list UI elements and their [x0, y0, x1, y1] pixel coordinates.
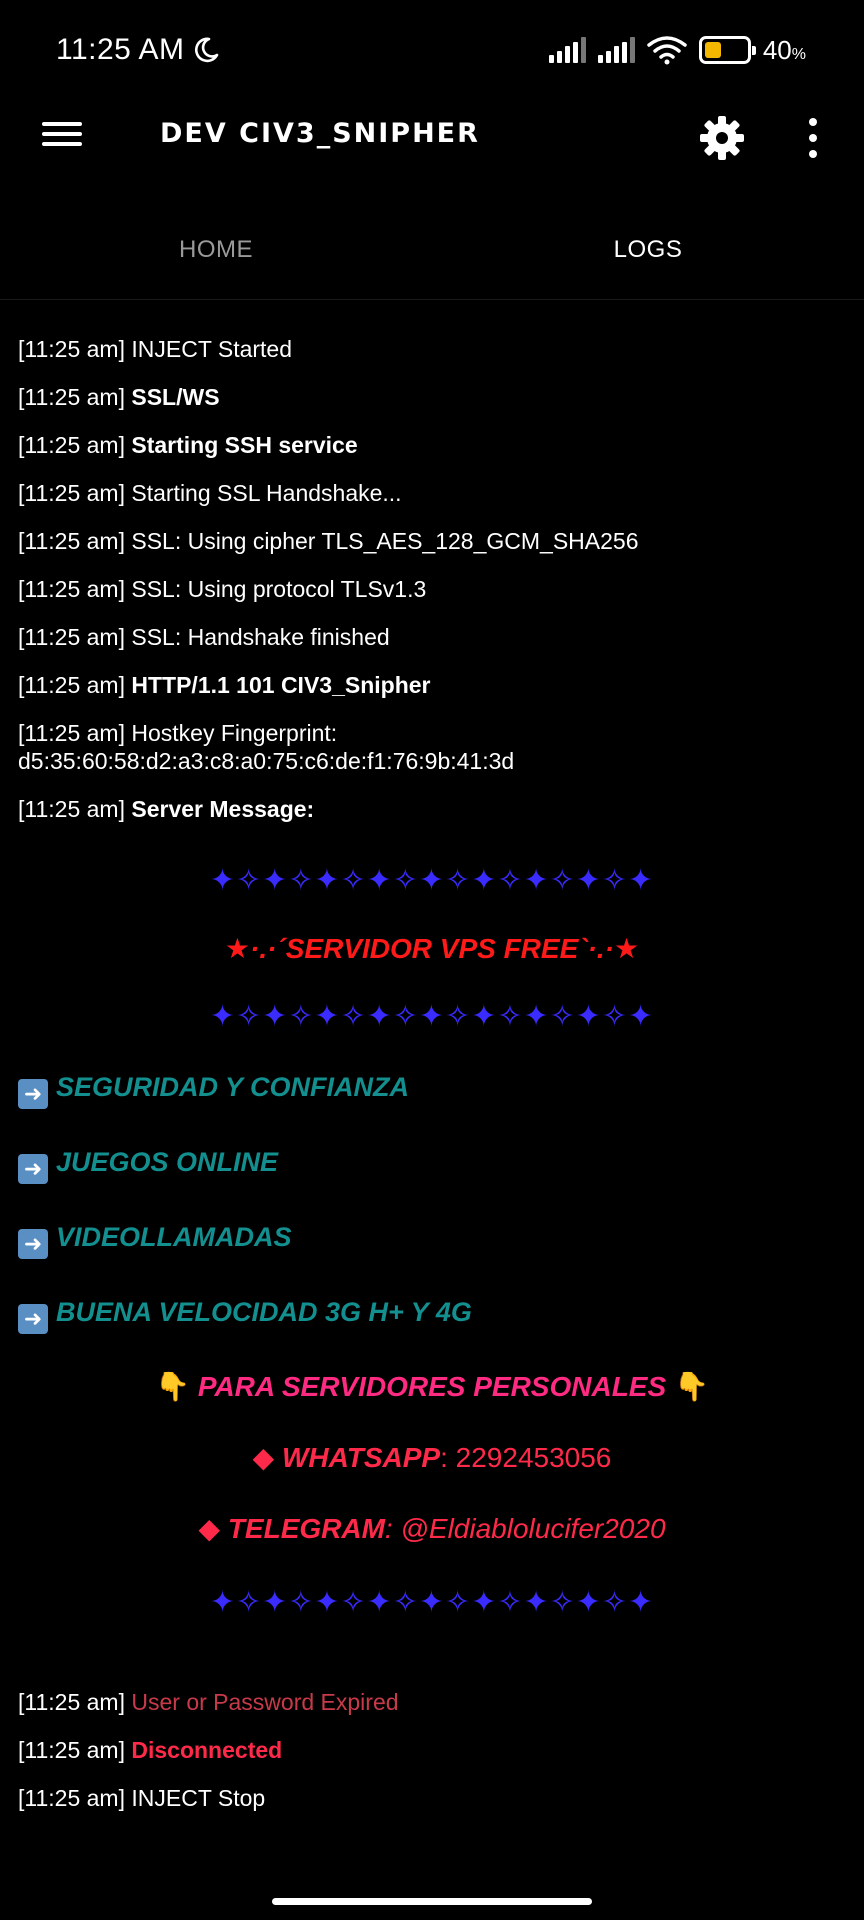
signal-icon-2	[597, 37, 635, 63]
status-right: 40%	[548, 34, 806, 66]
battery-level	[704, 42, 721, 58]
log-line: [11:25 am] INJECT Stop	[18, 1785, 266, 1811]
arrow-right-icon: ➜	[18, 1229, 48, 1259]
battery-percent: 40%	[762, 34, 806, 65]
server-banner: ★·.·´SERVIDOR VPS FREE`·.·★	[224, 933, 640, 964]
home-indicator[interactable]	[272, 1898, 592, 1905]
log-line: [11:25 am] SSL: Handshake finished	[18, 624, 390, 650]
tab-logs[interactable]: LOGS	[432, 200, 864, 299]
wifi-icon	[647, 36, 687, 65]
more-options-icon[interactable]	[806, 114, 820, 162]
feature-item: ➜ VIDEOLLAMADAS	[18, 1222, 846, 1259]
telegram-line: ◆ TELEGRAM: @Eldiablolucifer2020	[198, 1513, 666, 1544]
diamond-icon: ◆	[198, 1513, 221, 1544]
stars-divider: ✦✧✦✧✦✧✦✧✦✧✦✧✦✧✦✧✦	[209, 1586, 655, 1619]
log-line: [11:25 am] SSL: Using protocol TLSv1.3	[18, 576, 427, 602]
feature-item: ➜ JUEGOS ONLINE	[18, 1147, 846, 1184]
personal-servers-line: 👇 PARA SERVIDORES PERSONALES 👇	[155, 1371, 709, 1402]
log-line: [11:25 am] SSL/WS	[18, 384, 220, 410]
battery-icon	[698, 36, 756, 64]
status-left: 11:25 AM	[56, 33, 221, 67]
pointing-down-icon: 👇	[673, 1371, 709, 1402]
log-line: [11:25 am] Starting SSL Handshake...	[18, 480, 402, 506]
whatsapp-line: ◆ WHATSAPP: 2292453056	[252, 1442, 612, 1473]
feature-item: ➜ BUENA VELOCIDAD 3G H+ Y 4G	[18, 1297, 846, 1334]
arrow-right-icon: ➜	[18, 1154, 48, 1184]
status-time: 11:25 AM	[56, 33, 185, 66]
log-list[interactable]: [11:25 am] INJECT Started [11:25 am] SSL…	[0, 300, 864, 1860]
settings-gear-icon[interactable]	[698, 114, 746, 162]
moon-icon	[194, 37, 218, 63]
log-line: [11:25 am] Server Message:	[18, 796, 315, 822]
diamond-icon: ◆	[252, 1442, 275, 1473]
app-title: DEV CIV3_SNIPHER	[160, 118, 480, 149]
log-line: [11:25 am] Disconnected	[18, 1737, 283, 1763]
status-bar: 11:25 AM 40%	[0, 0, 864, 100]
log-line: [11:25 am] User or Password Expired	[18, 1689, 399, 1715]
stars-divider: ✦✧✦✧✦✧✦✧✦✧✦✧✦✧✦✧✦	[209, 1000, 655, 1033]
pointing-down-icon: 👇	[155, 1371, 191, 1402]
tab-bar: HOME LOGS	[0, 200, 864, 300]
tab-home[interactable]: HOME	[0, 200, 432, 299]
feature-item: ➜ SEGURIDAD Y CONFIANZA	[18, 1072, 846, 1109]
arrow-right-icon: ➜	[18, 1304, 48, 1334]
stars-divider: ✦✧✦✧✦✧✦✧✦✧✦✧✦✧✦✧✦	[209, 864, 655, 897]
arrow-right-icon: ➜	[18, 1079, 48, 1109]
log-line: [11:25 am] HTTP/1.1 101 CIV3_Snipher	[18, 672, 431, 698]
log-line: [11:25 am] INJECT Started	[18, 336, 293, 362]
menu-button[interactable]	[40, 116, 84, 160]
signal-icon	[548, 37, 586, 63]
log-line: [11:25 am] Hostkey Fingerprint: d5:35:60:…	[18, 720, 515, 774]
log-line: [11:25 am] Starting SSH service	[18, 432, 358, 458]
log-line: [11:25 am] SSL: Using cipher TLS_AES_128…	[18, 528, 639, 554]
